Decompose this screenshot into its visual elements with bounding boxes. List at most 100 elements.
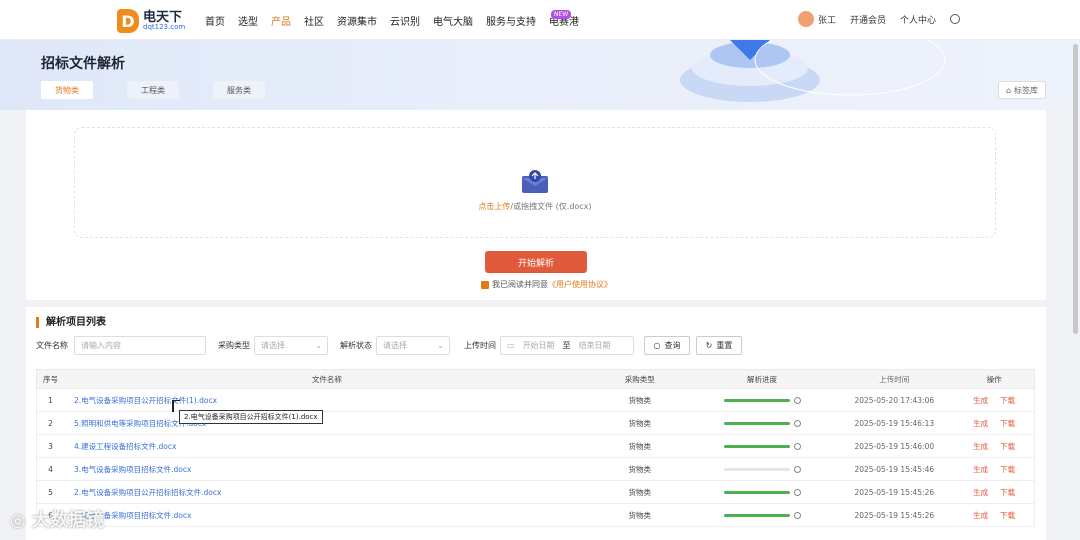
generate-button[interactable]: 生成 xyxy=(973,488,988,497)
row-filename-link[interactable]: 2.电气设备采购项目公开招标文件(1).docx xyxy=(64,395,590,406)
row-filename-link[interactable]: 1.配电设备采购项目招标文件.docx xyxy=(64,510,590,521)
upload-link[interactable]: 点击上传 xyxy=(478,202,510,211)
progress-bar xyxy=(723,421,790,425)
end-date[interactable]: 结束日期 xyxy=(579,340,611,351)
date-range-picker[interactable]: ▭ 开始日期 至 结束日期 xyxy=(500,336,634,355)
tab-service[interactable]: 服务类 xyxy=(213,81,265,99)
file-dropzone[interactable]: 点击上传/或拖拽文件 (仅.docx) xyxy=(74,127,996,238)
filename-label: 文件名称 xyxy=(36,341,68,350)
nav-item-community[interactable]: 社区 xyxy=(304,13,324,28)
progress-bar xyxy=(723,398,790,402)
generate-button[interactable]: 生成 xyxy=(973,419,988,428)
project-table: 序号 文件名称 采购类型 解析进度 上传时间 操作 1 2.电气设备采购项目公开招… xyxy=(36,369,1035,527)
tag-icon: ⌂ xyxy=(1005,85,1012,95)
page-scrollbar[interactable] xyxy=(1073,44,1078,334)
upload-panel: 点击上传/或拖拽文件 (仅.docx) 开始解析 我已阅读并同意 《用户使用协议》 xyxy=(26,110,1046,300)
start-date[interactable]: 开始日期 xyxy=(523,340,555,351)
nav-item-resource-market[interactable]: 资源集市 xyxy=(337,13,377,28)
row-progress xyxy=(690,488,835,496)
row-index: 3 xyxy=(48,441,53,451)
col-index: 序号 xyxy=(42,374,58,384)
row-progress xyxy=(690,396,835,404)
row-upload-time: 2025-05-19 15:46:13 xyxy=(854,418,935,428)
search-icon: ○ xyxy=(653,341,661,350)
nav-item-home[interactable]: 首页 xyxy=(205,13,225,28)
main-menu: 首页 选型 产品 社区 资源集市 云识别 电气大脑 服务与支持 电赛港 xyxy=(205,0,592,40)
page-title: 招标文件解析 xyxy=(41,56,125,72)
chevron-down-icon: ⌄ xyxy=(437,341,444,350)
upload-time-label: 上传时间 xyxy=(464,341,496,350)
avatar[interactable] xyxy=(797,11,814,27)
filename-input[interactable]: 请输入内容 xyxy=(74,336,206,355)
check-circle-icon xyxy=(793,419,801,427)
row-type: 货物类 xyxy=(628,441,652,451)
row-type: 货物类 xyxy=(628,418,652,428)
download-button[interactable]: 下载 xyxy=(1000,511,1015,520)
row-filename-link[interactable]: 4.建设工程设备招标文件.docx xyxy=(64,441,590,452)
row-type: 货物类 xyxy=(628,464,652,474)
generate-button[interactable]: 生成 xyxy=(973,511,988,520)
site-logo[interactable]: D 电天下 dqt123.com xyxy=(117,9,185,33)
nav-item-selection[interactable]: 选型 xyxy=(238,13,258,28)
check-circle-icon xyxy=(793,465,801,473)
generate-button[interactable]: 生成 xyxy=(973,442,988,451)
personal-center-link[interactable]: 个人中心 xyxy=(900,13,936,26)
download-button[interactable]: 下载 xyxy=(1000,442,1015,451)
start-parse-button[interactable]: 开始解析 xyxy=(485,251,587,273)
tab-engineering[interactable]: 工程类 xyxy=(127,81,179,99)
generate-button[interactable]: 生成 xyxy=(973,396,988,405)
tab-goods[interactable]: 货物类 xyxy=(41,81,93,99)
logo-domain: dqt123.com xyxy=(143,23,186,31)
row-filename-link[interactable]: 5.照明和供电等采购项目招标文件.docx xyxy=(64,418,590,429)
nav-item-service-support[interactable]: 服务与支持 xyxy=(486,13,536,28)
status-select[interactable]: 请选择 ⌄ xyxy=(376,336,450,355)
col-progress: 解析进度 xyxy=(747,374,778,384)
generate-button[interactable]: 生成 xyxy=(973,465,988,474)
filter-bar: 文件名称 请输入内容 采购类型 请选择 ⌄ 解析状态 请选择 ⌄ 上传时间 ▭ … xyxy=(36,336,1036,356)
nav-item-electric-brain[interactable]: 电气大脑 xyxy=(433,13,473,28)
download-button[interactable]: 下载 xyxy=(1000,465,1015,474)
category-label: 采购类型 xyxy=(218,341,250,350)
user-agreement-link[interactable]: 《用户使用协议》 xyxy=(548,279,612,290)
row-upload-time: 2025-05-19 15:46:00 xyxy=(854,441,935,451)
download-button[interactable]: 下载 xyxy=(1000,396,1015,405)
range-separator: 至 xyxy=(562,341,571,350)
row-upload-time: 2025-05-19 15:45:26 xyxy=(854,487,935,497)
row-progress xyxy=(690,511,835,519)
col-type: 采购类型 xyxy=(624,374,655,384)
category-select[interactable]: 请选择 ⌄ xyxy=(254,336,328,355)
table-row: 4 3.电气设备采购项目招标文件.docx 货物类 2025-05-19 15:45:… xyxy=(36,458,1035,481)
user-name[interactable]: 张工 xyxy=(818,13,836,26)
banner-illustration xyxy=(680,40,946,102)
progress-fill xyxy=(723,398,790,402)
row-progress xyxy=(690,442,835,450)
col-actions: 操作 xyxy=(986,374,1002,384)
progress-bar xyxy=(723,490,790,494)
globe-icon[interactable] xyxy=(950,14,960,24)
page-banner: 招标文件解析 货物类 工程类 服务类 ⌂ 标签库 xyxy=(0,40,1080,110)
row-filename-link[interactable]: 2.电气设备采购项目公开招标招标文件.docx xyxy=(64,487,590,498)
membership-link[interactable]: 开通会员 xyxy=(850,13,886,26)
download-button[interactable]: 下载 xyxy=(1000,488,1015,497)
tag-library-button[interactable]: ⌂ 标签库 xyxy=(998,81,1046,99)
row-upload-time: 2025-05-20 17:43:06 xyxy=(854,395,935,405)
list-title: 解析项目列表 xyxy=(36,317,106,328)
download-button[interactable]: 下载 xyxy=(1000,419,1015,428)
row-filename-link[interactable]: 3.电气设备采购项目招标文件.docx xyxy=(64,464,590,475)
table-row: 3 4.建设工程设备招标文件.docx 货物类 2025-05-19 15:46:00… xyxy=(36,435,1035,458)
check-circle-icon xyxy=(793,488,801,496)
reset-button[interactable]: ↻ 重置 xyxy=(696,336,742,355)
nav-item-cloud-recognition[interactable]: 云识别 xyxy=(390,13,420,28)
table-row: 6 1.配电设备采购项目招标文件.docx 货物类 2025-05-19 15:45:… xyxy=(36,504,1035,527)
logo-mark: D xyxy=(117,9,139,33)
row-actions: 生成 下载 xyxy=(954,418,1034,429)
agree-checkbox[interactable] xyxy=(481,280,489,289)
col-filename: 文件名称 xyxy=(311,374,342,384)
row-actions: 生成 下载 xyxy=(954,510,1034,521)
row-type: 货物类 xyxy=(628,395,652,405)
check-circle-icon xyxy=(793,396,801,404)
nav-item-products[interactable]: 产品 xyxy=(271,13,291,28)
row-index: 4 xyxy=(48,464,53,474)
row-actions: 生成 下载 xyxy=(954,487,1034,498)
search-button[interactable]: ○ 查询 xyxy=(644,336,690,355)
